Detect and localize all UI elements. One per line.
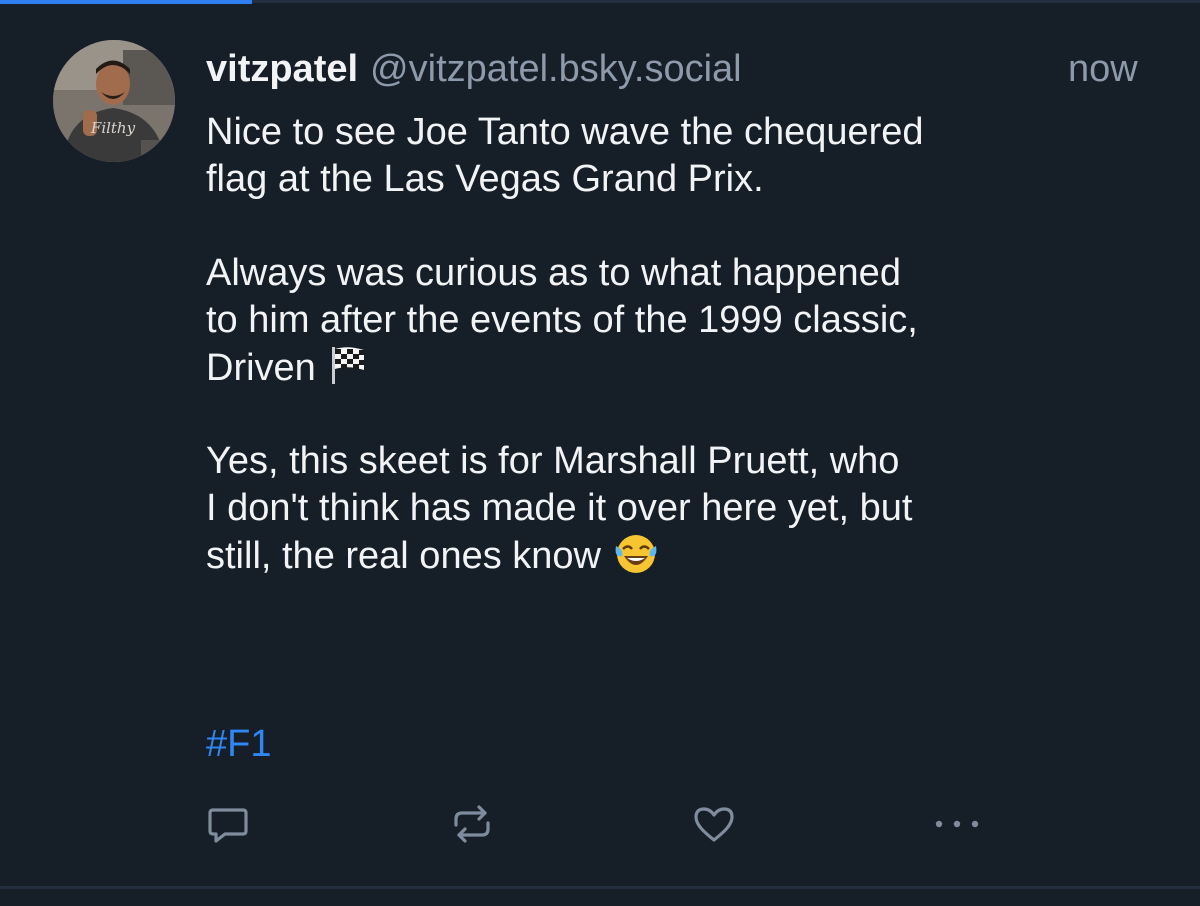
author-handle[interactable]: @vitzpatel.bsky.social [370, 48, 742, 90]
post-body: Nice to see Joe Tanto wave the chequered… [206, 109, 1166, 579]
avatar-shirt-lettering: Filthy [90, 119, 136, 137]
hashtag-link[interactable]: #F1 [206, 721, 271, 768]
post-header: vitzpatel @vitzpatel.bsky.social [206, 46, 1166, 92]
post-line-with-flag: Driven [206, 344, 1166, 391]
author-display-name[interactable]: vitzpatel [206, 48, 358, 90]
post-line-with-emoji: still, the real ones know [206, 532, 1166, 579]
post-timestamp[interactable]: now [1068, 46, 1138, 92]
post-line: Yes, this skeet is for Marshall Pruett, … [206, 440, 900, 482]
repost-arrows-icon [448, 800, 496, 848]
post-line-text: Driven [206, 347, 316, 389]
bottom-divider [0, 886, 1200, 889]
more-options-button[interactable] [933, 800, 981, 848]
post-line: to him after the events of the 1999 clas… [206, 299, 918, 341]
face-with-tears-of-joy-icon [613, 532, 659, 588]
reply-button[interactable] [204, 800, 252, 848]
ellipsis-icon [933, 800, 981, 848]
like-button[interactable] [690, 800, 738, 848]
author-avatar[interactable]: Filthy [53, 40, 175, 162]
post-line-text: still, the real ones know [206, 535, 601, 577]
active-tab-indicator [0, 0, 252, 4]
speech-bubble-icon [204, 800, 252, 848]
post-line: Always was curious as to what happened [206, 252, 901, 294]
chequered-flag-icon [326, 344, 368, 398]
post-line: Nice to see Joe Tanto wave the chequered [206, 111, 924, 153]
heart-icon [690, 800, 738, 848]
repost-button[interactable] [448, 800, 496, 848]
post-line: I don't think has made it over here yet,… [206, 487, 913, 529]
post-line: flag at the Las Vegas Grand Prix. [206, 158, 764, 200]
